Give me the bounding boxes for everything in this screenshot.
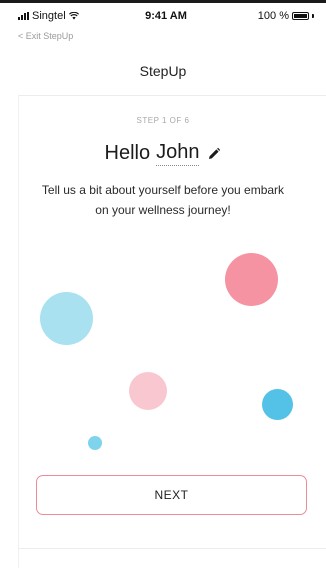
wifi-icon [68, 12, 79, 20]
battery-cap [312, 14, 314, 18]
onboarding-screen: Singtel 9:41 AM 100 % < Exit StepUp Step… [0, 0, 326, 568]
decor-circle-pink-small [129, 372, 167, 410]
decor-circle-blue-large [40, 292, 93, 345]
greeting-text: Hello [104, 142, 151, 164]
top-border [0, 0, 326, 3]
next-button[interactable]: NEXT [36, 475, 307, 515]
name-field[interactable]: John [156, 141, 200, 166]
intro-text: Tell us a bit about yourself before you … [41, 183, 285, 217]
exit-stepup-link[interactable]: < Exit StepUp [18, 31, 73, 41]
decor-circle-blue-medium [262, 389, 293, 420]
status-right: 100 % [258, 10, 314, 22]
battery-icon [292, 12, 309, 20]
greeting: Hello John [0, 141, 326, 166]
battery-percent: 100 % [257, 10, 289, 22]
pencil-icon[interactable] [207, 147, 221, 161]
decor-circle-pink-large [225, 253, 278, 306]
bottom-divider [18, 548, 326, 549]
status-left: Singtel [18, 10, 79, 22]
status-bar: Singtel 9:41 AM 100 % [18, 9, 314, 23]
step-indicator: STEP 1 OF 6 [136, 116, 190, 125]
decor-circle-blue-tiny [88, 436, 102, 450]
page-title: StepUp [139, 63, 187, 79]
header-divider [18, 95, 326, 96]
carrier-label: Singtel [32, 10, 66, 22]
signal-icon [18, 12, 29, 20]
